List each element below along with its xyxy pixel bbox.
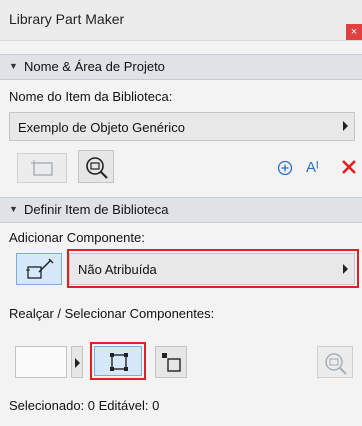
collapse-triangle-icon: ▼	[9, 61, 18, 71]
section-title: Nome & Área de Projeto	[24, 59, 165, 74]
text-style-icon[interactable]: Aᴵ	[306, 159, 319, 176]
select-corner-button[interactable]	[155, 346, 187, 378]
add-icon[interactable]	[277, 160, 293, 176]
close-button[interactable]: ×	[346, 24, 362, 40]
zoom-magnifier-icon	[325, 353, 347, 375]
library-part-maker-panel: Library Part Maker × ▼ Nome & Área de Pr…	[0, 0, 362, 426]
swatch-expand-button[interactable]	[71, 346, 83, 378]
item-name-label: Nome do Item da Biblioteca:	[9, 89, 173, 104]
zoom-preview-button[interactable]	[317, 346, 353, 378]
item-name-value: Exemplo de Objeto Genérico	[18, 120, 185, 135]
add-component-label: Adicionar Componente:	[9, 230, 145, 245]
dropdown-arrow-icon	[343, 121, 348, 131]
highlight-select-label: Realçar / Selecionar Componentes:	[9, 306, 215, 321]
preview-magnifier-icon	[86, 157, 108, 179]
highlight-frame	[67, 249, 359, 288]
project-area-button[interactable]	[17, 153, 67, 183]
add-component-button[interactable]	[16, 253, 62, 285]
delete-icon[interactable]	[341, 158, 357, 176]
section-header-project-area[interactable]: ▼ Nome & Área de Projeto	[0, 54, 362, 80]
preview-button[interactable]	[78, 150, 114, 183]
section-header-define-item[interactable]: ▼ Definir Item de Biblioteca	[0, 197, 362, 223]
selection-corner-icon	[162, 353, 181, 372]
window-title: Library Part Maker	[9, 11, 125, 27]
selection-status: Selecionado: 0 Editável: 0	[9, 398, 160, 413]
section-title: Definir Item de Biblioteca	[24, 202, 169, 217]
project-area-icon	[31, 160, 53, 176]
item-name-dropdown[interactable]: Exemplo de Objeto Genérico	[9, 112, 355, 141]
highlight-frame	[90, 342, 146, 380]
component-color-swatch[interactable]	[15, 346, 67, 378]
expand-arrow-icon	[75, 358, 80, 368]
title-bar: Library Part Maker ×	[0, 0, 362, 41]
component-pencil-icon	[26, 258, 54, 279]
collapse-triangle-icon: ▼	[9, 204, 18, 214]
